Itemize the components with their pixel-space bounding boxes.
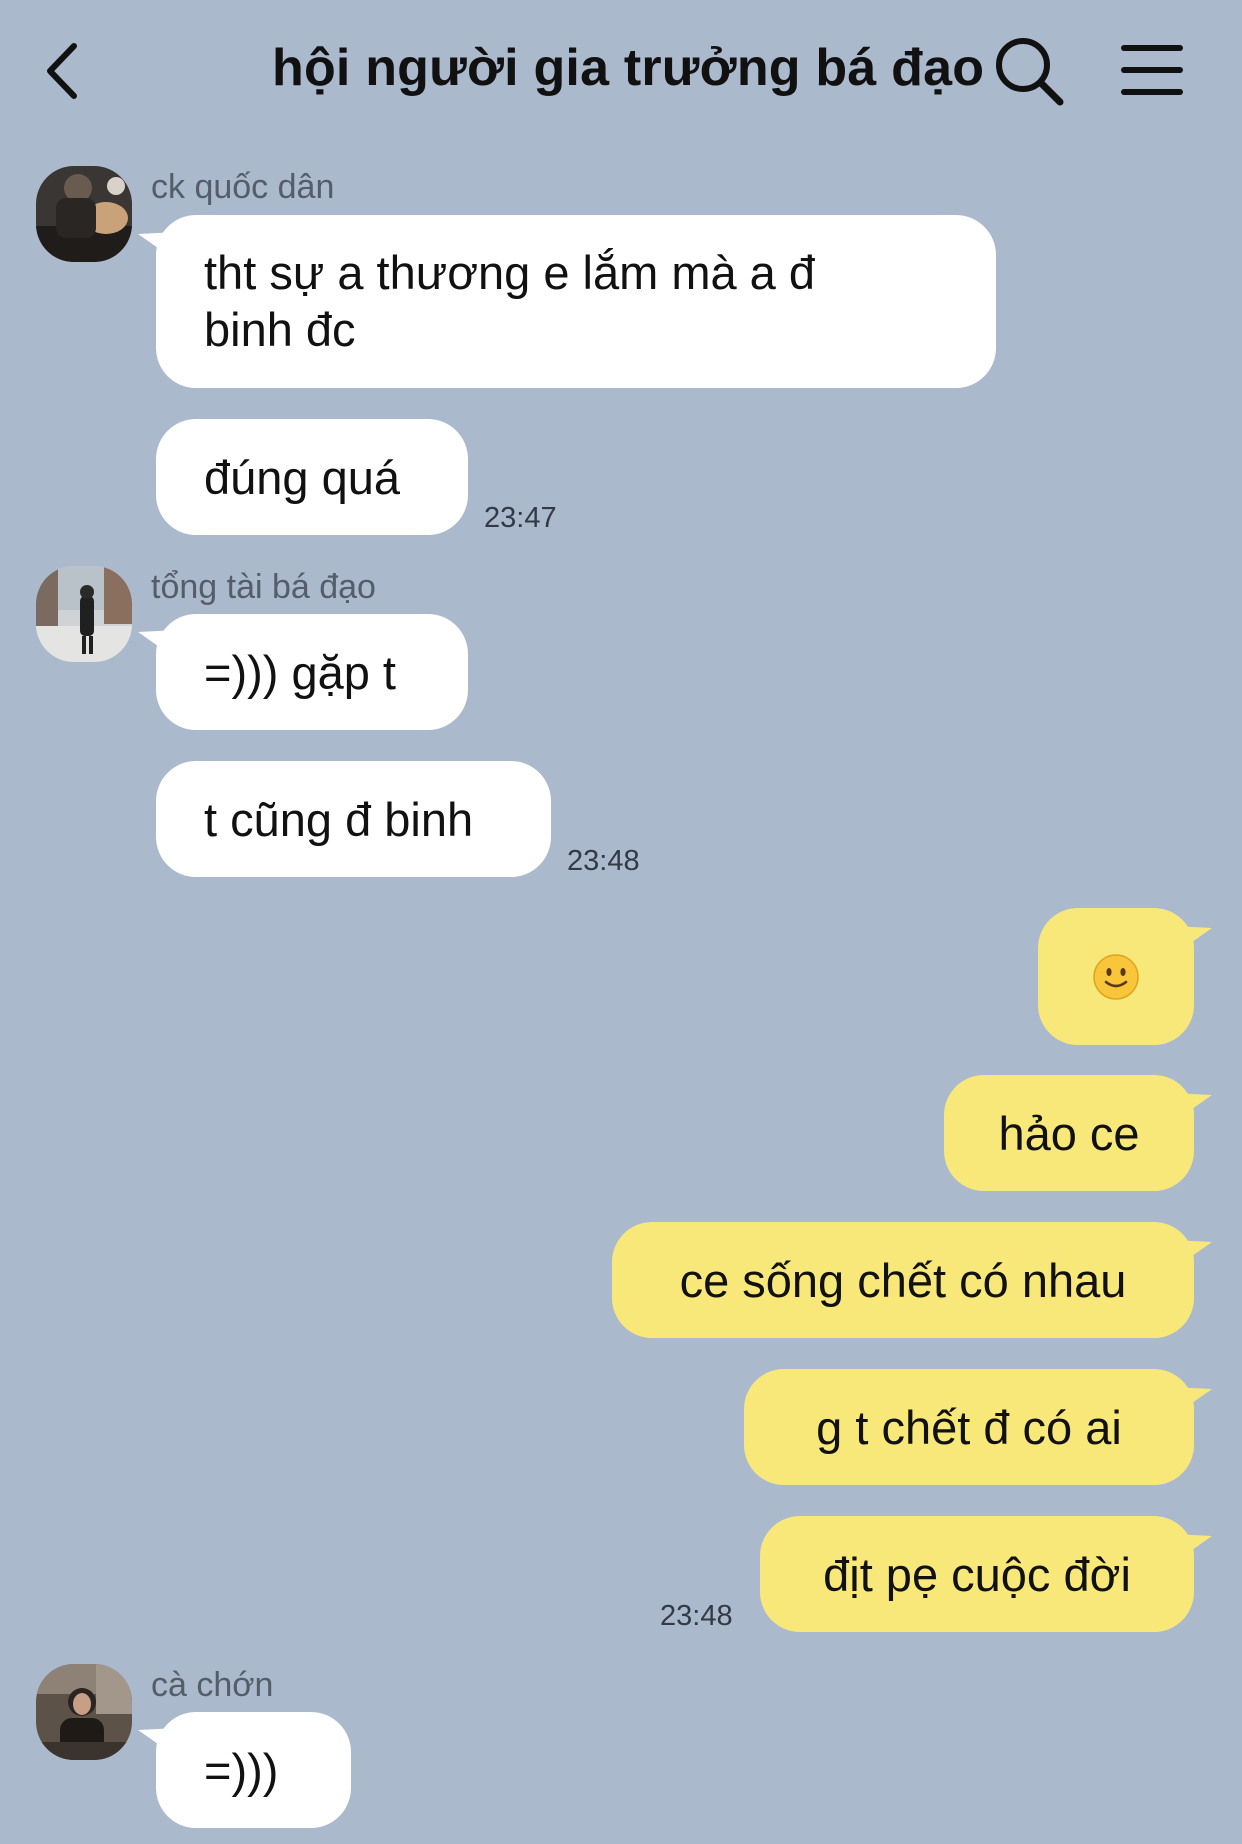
message-line: binh đc <box>204 303 356 356</box>
emoji-message-bubble[interactable] <box>1038 908 1194 1045</box>
avatar-tong-tai-ba-dao[interactable] <box>36 566 132 662</box>
message-text: hảo ce <box>998 1106 1140 1160</box>
message-time: 23:48 <box>567 845 640 877</box>
message-time: 23:48 <box>660 1600 733 1632</box>
message-text: ce sống chết có nhau <box>679 1253 1127 1307</box>
avatar-ck-quoc-dan[interactable] <box>36 166 132 262</box>
message-bubble[interactable]: g t chết đ có ai <box>744 1369 1194 1485</box>
message-bubble[interactable]: t cũng đ binh <box>156 761 551 877</box>
message-bubble[interactable]: ce sống chết có nhau <box>612 1222 1194 1338</box>
message-bubble[interactable]: địt pẹ cuộc đời <box>760 1516 1194 1632</box>
message-bubble[interactable]: tht sự a thương e lắm mà a đ binh đc <box>156 215 996 388</box>
slightly-smiling-face-icon <box>1093 953 1139 1000</box>
message-text: g t chết đ có ai <box>816 1400 1122 1454</box>
chat-title: hội người gia trưởng bá đạo <box>272 39 985 97</box>
menu-icon[interactable] <box>1120 40 1184 100</box>
message-text: t cũng đ binh <box>204 792 474 846</box>
message-bubble[interactable]: =))) <box>156 1712 351 1828</box>
message-text: =))) <box>204 1743 279 1797</box>
sender-name: tổng tài bá đạo <box>151 568 376 606</box>
search-icon[interactable] <box>992 34 1066 108</box>
message-time: 23:47 <box>484 502 557 534</box>
avatar-ca-chon[interactable] <box>36 1664 132 1760</box>
message-bubble[interactable]: =))) gặp t <box>156 614 468 730</box>
message-text: địt pẹ cuộc đời <box>823 1547 1131 1601</box>
message-text: đúng quá <box>204 450 401 504</box>
message-bubble[interactable]: đúng quá <box>156 419 468 535</box>
message-bubble[interactable]: hảo ce <box>944 1075 1194 1191</box>
message-line: tht sự a thương e lắm mà a đ <box>204 246 816 299</box>
message-text: =))) gặp t <box>204 645 396 699</box>
chat-header: hội người gia trưởng bá đạo <box>0 0 1242 140</box>
back-arrow-icon[interactable] <box>40 38 90 104</box>
sender-name: cà chớn <box>151 1666 274 1704</box>
sender-name: ck quốc dân <box>151 168 335 206</box>
